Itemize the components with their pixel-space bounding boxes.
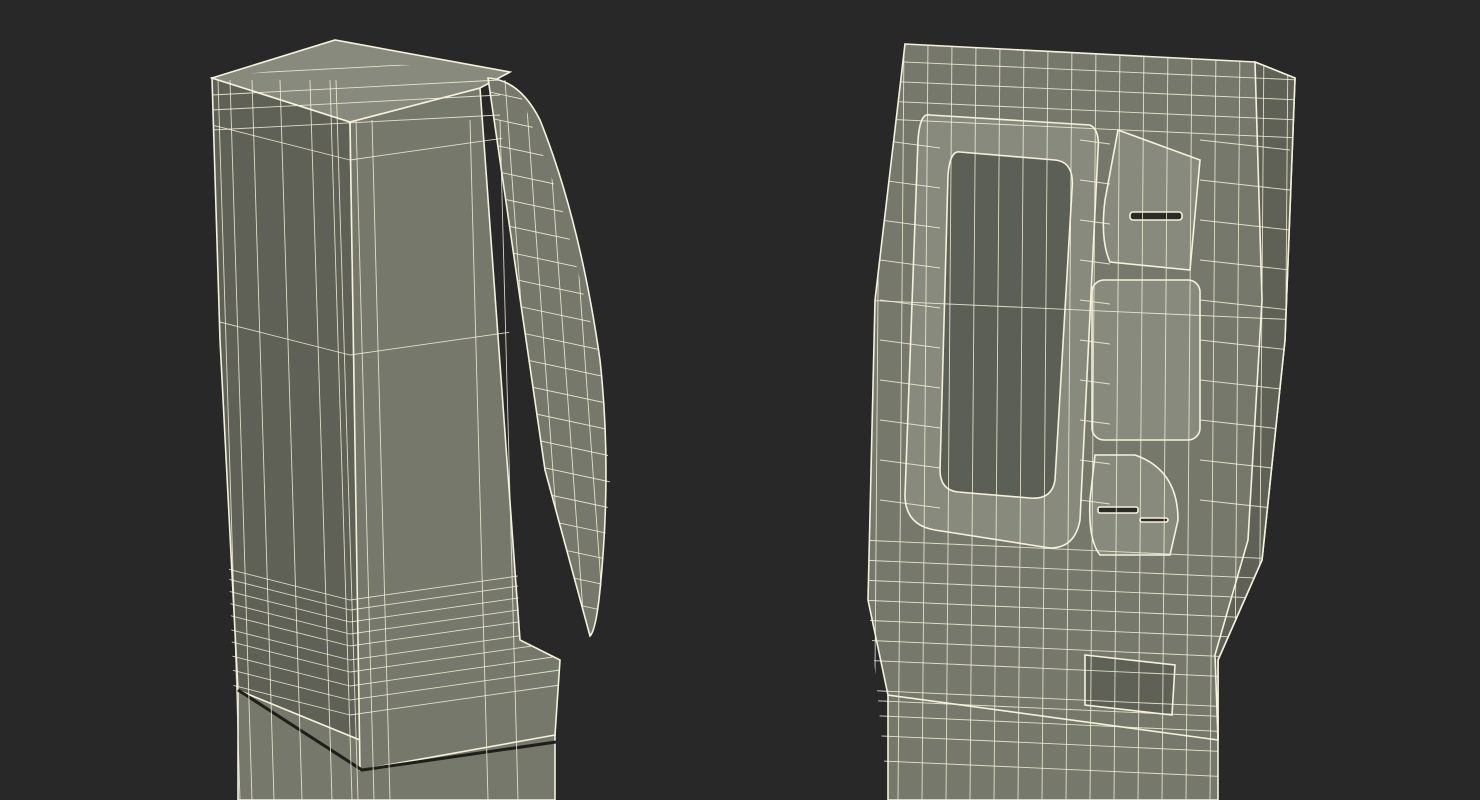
parking-meter-side-view bbox=[209, 39, 610, 800]
receipt-window bbox=[1084, 654, 1176, 716]
card-slot bbox=[1129, 211, 1183, 221]
side-left-face bbox=[211, 76, 361, 742]
parking-meter-front-view bbox=[867, 43, 1296, 800]
wireframe-render-scene bbox=[0, 0, 1480, 800]
coin-slot bbox=[1097, 506, 1139, 514]
render-canvas bbox=[209, 39, 1296, 800]
display-screen bbox=[939, 151, 1074, 499]
